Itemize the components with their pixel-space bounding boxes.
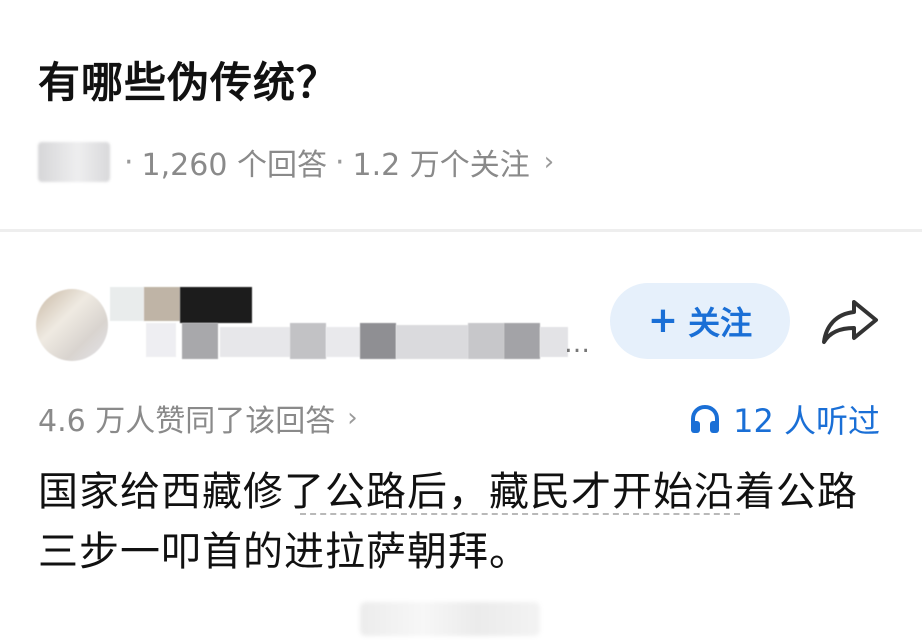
avatar[interactable] <box>36 289 108 361</box>
share-arrow-icon <box>822 300 878 344</box>
listen-count: 12 人听过 <box>733 402 880 440</box>
chevron-right-icon: › <box>543 147 555 177</box>
author-name-blurred <box>180 287 252 323</box>
plus-icon: + <box>647 300 679 341</box>
listen-button[interactable]: 12 人听过 <box>689 396 880 442</box>
author-bio-blurred <box>468 323 504 359</box>
link-underline <box>300 513 740 515</box>
meta-separator: · <box>334 144 345 180</box>
follow-label: 关注 <box>688 304 753 342</box>
blurred-footer <box>360 602 540 636</box>
question-meta[interactable]: · 1,260 个回答 · 1.2 万个关注 › <box>38 140 554 184</box>
author-bio-blurred <box>220 327 290 357</box>
followers-count: 1.2 万个关注 <box>352 148 530 183</box>
author-bio-blurred <box>504 323 540 359</box>
meta-separator: · <box>124 144 134 180</box>
author-bio-blurred <box>146 323 176 357</box>
upvote-count: 4.6 万人赞同了该回答 <box>38 404 336 439</box>
author-bio-blurred <box>360 323 396 359</box>
author-bio-blurred <box>290 323 326 359</box>
answers-count: 1,260 个回答 <box>141 148 327 183</box>
share-icon[interactable] <box>820 296 880 348</box>
topic-tag-blurred[interactable] <box>38 142 110 182</box>
author-bio-blurred <box>396 325 468 359</box>
chevron-right-icon: › <box>347 403 358 433</box>
author-bio-blurred <box>182 323 218 359</box>
author-info-blurred[interactable]: … <box>36 283 590 363</box>
upvote-summary[interactable]: 4.6 万人赞同了该回答 › <box>38 396 358 440</box>
answer-content[interactable]: 国家给西藏修了公路后，藏民才开始沿着公路三步一叩首的进拉萨朝拜。 <box>38 462 888 582</box>
follow-button[interactable]: + 关注 <box>610 283 790 359</box>
question-title[interactable]: 有哪些伪传统？ <box>38 59 339 106</box>
author-bio-blurred <box>326 327 360 357</box>
author-name-blurred[interactable] <box>110 287 144 321</box>
author-name-blurred <box>144 287 180 321</box>
author-bio-ellipsis: … <box>564 329 590 359</box>
divider <box>0 229 922 232</box>
headphones-icon <box>691 404 720 433</box>
